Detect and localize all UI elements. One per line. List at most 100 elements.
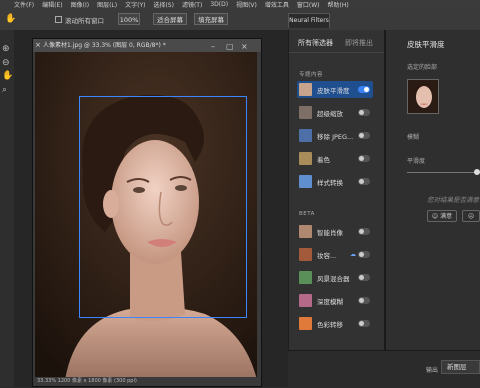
filter-label: 智能肖像 <box>317 229 343 237</box>
filter-row-smart-portrait[interactable]: 智能肖像 <box>297 223 373 240</box>
toggle-switch[interactable] <box>358 274 370 281</box>
menu-edit[interactable]: 编辑(E) <box>42 0 62 9</box>
menu-view[interactable]: 视图(V) <box>236 0 257 9</box>
filter-thumb <box>299 106 312 119</box>
filter-label: 移除 JPEG... <box>317 133 354 141</box>
filters-panel: 所有筛选器 即将推出 专题内容 皮肤平滑度 超级缩放 移除 JPEG... 着色… <box>288 30 385 350</box>
filter-label: 着色 <box>317 156 330 164</box>
maximize-icon[interactable]: ▢ <box>226 40 234 52</box>
filter-row-style-transfer[interactable]: 样式转换 <box>297 173 373 190</box>
status-bar: 33.33% 1200 像素 x 1800 像素 (300 ppi) <box>33 377 261 386</box>
menu-file[interactable]: 文件(F) <box>14 0 34 9</box>
hand-icon[interactable]: ✋ <box>2 71 13 81</box>
satisfied-label: 满意 <box>440 213 453 220</box>
toggle-switch[interactable] <box>358 178 370 185</box>
menu-3d[interactable]: 3D(D) <box>210 1 228 8</box>
zoom-in-icon[interactable]: ⊕ <box>2 44 10 54</box>
satisfied-button[interactable]: ☺ 满意 <box>427 210 457 222</box>
toggle-switch[interactable] <box>358 251 370 258</box>
menu-type[interactable]: 文字(Y) <box>125 0 145 9</box>
toggle-switch[interactable] <box>358 86 370 93</box>
filter-thumb <box>299 129 312 142</box>
thumbs-down-icon: ☹ <box>467 213 475 220</box>
document-window: × 人像素材1.jpg @ 33.3% (图层 0, RGB/8*) * – ▢… <box>32 38 262 387</box>
blur-label: 模糊 <box>407 134 420 141</box>
hand-icon[interactable]: ✋ <box>5 14 17 25</box>
settings-panel: 皮肤平滑度 选定的脸部 模糊 平滑度 您对结果是否满意 ☺ 满意 ☹ <box>386 30 480 350</box>
smoothness-label: 平滑度 <box>407 158 426 165</box>
filter-row-colorize[interactable]: 着色 <box>297 150 373 167</box>
menu-image[interactable]: 图像(I) <box>71 0 89 9</box>
selected-face-label: 选定的脸部 <box>407 64 438 71</box>
filter-thumb <box>299 294 312 307</box>
document-title: × 人像素材1.jpg @ 33.3% (图层 0, RGB/8*) * – ▢… <box>33 39 261 52</box>
selected-face-thumbnail[interactable] <box>407 79 439 114</box>
filter-label: 皮肤平滑度 <box>317 87 350 95</box>
menu-window[interactable]: 窗口(W) <box>297 0 320 9</box>
smoothness-slider-knob[interactable] <box>474 169 480 175</box>
magnifier-icon[interactable]: ⌕ <box>2 85 7 95</box>
menu-bar: 文件(F) 编辑(E) 图像(I) 图层(L) 文字(Y) 选择(S) 滤镜(T… <box>0 0 480 9</box>
tab-coming-soon[interactable]: 即将推出 <box>345 38 373 48</box>
minimize-icon[interactable]: – <box>211 40 215 52</box>
beta-section-label: BETA <box>299 211 315 217</box>
toggle-switch[interactable] <box>358 228 370 235</box>
toggle-switch[interactable] <box>358 320 370 327</box>
toggle-switch[interactable] <box>358 297 370 304</box>
filter-row-depth-blur[interactable]: 深度模糊 <box>297 292 373 309</box>
filter-label: 风景混合器 <box>317 275 350 283</box>
portrait-photo[interactable] <box>35 52 257 380</box>
filter-row-skin-smoothing[interactable]: 皮肤平滑度 <box>297 81 373 98</box>
toggle-switch[interactable] <box>358 109 370 116</box>
filter-thumb <box>299 271 312 284</box>
close-icon[interactable]: × <box>35 39 41 52</box>
settings-title: 皮肤平滑度 <box>407 40 445 49</box>
dissatisfied-button[interactable]: ☹ <box>462 210 480 222</box>
filter-row-landscape-mixer[interactable]: 风景混合器 <box>297 269 373 286</box>
filter-label: 妆容... <box>317 252 337 260</box>
zoom-out-icon[interactable]: ⊖ <box>2 58 10 68</box>
cloud-icon: ☁ <box>350 251 356 258</box>
neural-filters-tab[interactable]: Neural Filters <box>288 13 330 28</box>
fill-screen-button[interactable]: 填充屏幕 <box>194 13 228 25</box>
filter-row-jpeg-artifacts[interactable]: 移除 JPEG... <box>297 127 373 144</box>
filter-label: 样式转换 <box>317 179 343 187</box>
filters-tabs: 所有筛选器 即将推出 <box>289 30 385 53</box>
featured-section-label: 专题内容 <box>299 72 324 78</box>
smoothness-slider-track[interactable] <box>407 172 480 173</box>
bottom-output-bar: 输出 新图层 <box>288 350 480 388</box>
filter-thumb <box>299 152 312 165</box>
scroll-all-label: 滚动所有窗口 <box>65 17 104 25</box>
filter-row-super-zoom[interactable]: 超级缩放 <box>297 104 373 121</box>
thumbs-up-icon: ☺ <box>431 213 439 220</box>
filter-row-color-transfer[interactable]: 色彩转移 <box>297 315 373 332</box>
document-title-text: 人像素材1.jpg @ 33.3% (图层 0, RGB/8*) * <box>43 42 166 49</box>
tab-all-filters[interactable]: 所有筛选器 <box>298 38 333 48</box>
filter-thumb <box>299 175 312 188</box>
menu-help[interactable]: 帮助(H) <box>328 0 349 9</box>
filter-row-makeup-transfer[interactable]: 妆容... ☁ <box>297 246 373 263</box>
menu-plugins[interactable]: 增效工具 <box>265 0 289 9</box>
toggle-switch[interactable] <box>358 155 370 162</box>
fit-screen-button[interactable]: 适合屏幕 <box>153 13 187 25</box>
filter-thumb <box>299 317 312 330</box>
scroll-all-checkbox[interactable] <box>55 16 62 23</box>
filter-label: 超级缩放 <box>317 110 343 118</box>
menu-filter[interactable]: 滤镜(T) <box>182 0 202 9</box>
toggle-switch[interactable] <box>358 132 370 139</box>
output-select[interactable]: 新图层 <box>441 360 480 374</box>
filter-thumb <box>299 83 312 96</box>
left-toolbar: ⊕ ⊖ ✋ ⌕ <box>0 30 15 387</box>
feedback-hint: 您对结果是否满意 <box>427 196 479 204</box>
filter-label: 色彩转移 <box>317 321 343 329</box>
face-selection-box[interactable] <box>79 96 247 318</box>
menu-select[interactable]: 选择(S) <box>153 0 174 9</box>
window-close-icon[interactable]: × <box>241 40 248 52</box>
output-label: 输出 <box>426 367 439 374</box>
filter-label: 深度模糊 <box>317 298 343 306</box>
filter-thumb <box>299 248 312 261</box>
zoom-100-button[interactable]: 100% <box>118 13 140 25</box>
filter-thumb <box>299 225 312 238</box>
options-bar: ✋ 滚动所有窗口 100% 适合屏幕 填充屏幕 <box>0 9 480 31</box>
menu-layer[interactable]: 图层(L) <box>97 0 117 9</box>
